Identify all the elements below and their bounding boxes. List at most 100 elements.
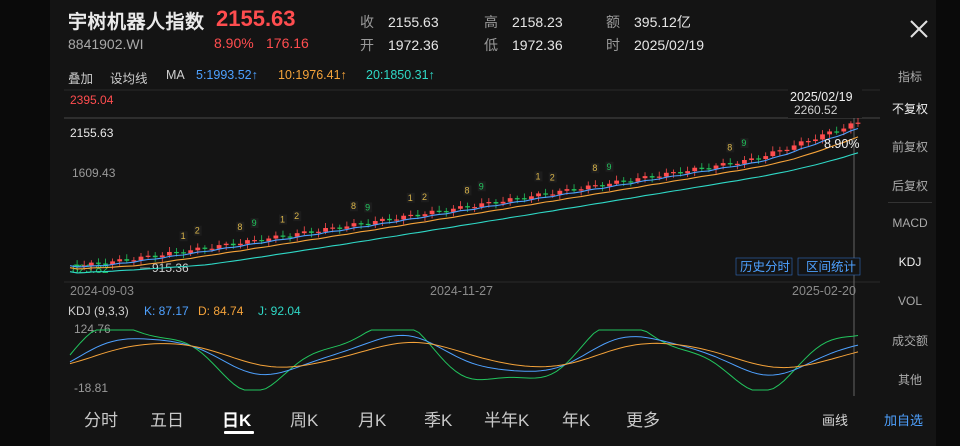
candle-body [88, 262, 94, 266]
candle-body [557, 190, 563, 195]
draw-line-button[interactable]: 画线 [822, 410, 848, 429]
candle-body [834, 131, 840, 133]
side-other[interactable]: 其他 [884, 371, 936, 388]
candle-body [699, 167, 705, 169]
ma5-line [69, 127, 859, 268]
candle-body [614, 180, 620, 184]
candle-body [671, 172, 676, 174]
kdj-k-value: K: 87.17 [144, 304, 189, 318]
history-timeshare-label: 历史分时 [740, 260, 791, 274]
signal-badge-label: 2 [422, 192, 427, 202]
candle-body [493, 202, 499, 204]
kdj-d-line [69, 341, 859, 369]
candle-body [500, 201, 506, 204]
candle-body [152, 255, 158, 258]
side-no-adjust[interactable]: 不复权 [884, 100, 936, 117]
stock-detail-panel: 宇树机器人指数 2155.63 8841902.WI 8.90% 176.16 … [50, 0, 936, 446]
cursor-pct: 8.90% [824, 137, 859, 151]
candle-body [713, 165, 719, 169]
candle-body [564, 189, 570, 191]
side-indicator-title: 指标 [897, 70, 922, 84]
tab-intraday[interactable]: 分时 [84, 406, 118, 431]
tab-monthly-k[interactable]: 月K [358, 406, 386, 431]
signal-markers: 12 8 9 1 28 91 28 91 28 98 9 [179, 138, 749, 242]
tab-halfyear-k[interactable]: 半年K [484, 406, 529, 431]
candle-body [706, 168, 712, 170]
ma10-line [69, 136, 859, 270]
tab-more[interactable]: 更多 [626, 406, 660, 431]
candle-body [742, 160, 747, 164]
candle-body [124, 259, 130, 261]
kdj-title: KDJ (9,3,3) [68, 304, 129, 318]
candle-body [848, 123, 854, 129]
candle-body [734, 163, 740, 165]
side-forward-adjust[interactable]: 前复权 [884, 138, 936, 155]
period-tabs: 分时 五日 日K 周K 月K 季K 半年K 年K 更多 画线 加自选 [50, 400, 936, 434]
candle-body [103, 263, 108, 265]
candle-body [585, 185, 591, 190]
candle-body [259, 240, 265, 242]
tab-daily-k[interactable]: 日K [222, 406, 251, 431]
candle-body [337, 227, 343, 229]
signal-badge-label: 9 [607, 162, 612, 172]
label-mid: 1609.43 [72, 166, 116, 180]
candle-body [720, 163, 726, 166]
signal-badge-label: 1 [181, 231, 186, 241]
candle-body [649, 176, 655, 178]
candle-body [117, 259, 123, 262]
side-vol[interactable]: VOL [884, 294, 936, 308]
tab-five-day[interactable]: 五日 [150, 406, 184, 431]
candle-body [237, 243, 243, 246]
candle-body [770, 151, 776, 157]
candle-body [642, 176, 648, 179]
signal-badge-label: 8 [351, 201, 356, 211]
candle-body [756, 158, 762, 160]
candle-body [536, 193, 541, 197]
close-icon[interactable] [908, 18, 930, 40]
candle-body [351, 223, 357, 227]
add-watchlist-button[interactable]: 加自选 [884, 410, 923, 429]
candle-body [429, 210, 435, 215]
tab-quarterly-k[interactable]: 季K [424, 406, 452, 431]
signal-badge-label: 9 [741, 138, 746, 148]
candle-body [791, 145, 797, 150]
signal-badge-label: 9 [252, 218, 257, 228]
tab-yearly-k[interactable]: 年K [562, 406, 590, 431]
candle-body [813, 139, 818, 142]
candle-body [685, 171, 691, 174]
candle-body [316, 231, 321, 233]
candle-body [635, 178, 641, 182]
candle-body [600, 185, 605, 187]
candle-body [855, 122, 861, 124]
label-max: 2395.04 [70, 93, 114, 107]
candle-body [252, 240, 257, 242]
side-kdj[interactable]: KDJ [884, 255, 936, 269]
candle-body [308, 231, 314, 233]
range-stats-label: 区间统计 [806, 260, 856, 274]
candle-body [798, 141, 804, 146]
candle-body [202, 247, 208, 249]
signal-badge-label: 1 [408, 193, 413, 203]
candle-body [841, 128, 847, 132]
signal-badge-label: 9 [479, 181, 484, 191]
tab-weekly-k[interactable]: 周K [290, 406, 318, 431]
candle-body [749, 158, 754, 161]
candle-body [628, 181, 634, 183]
candle-body [216, 245, 222, 249]
candle-body [330, 227, 336, 229]
signal-badge-label: 2 [550, 172, 555, 182]
candle-body [209, 248, 215, 250]
side-backward-adjust[interactable]: 后复权 [884, 177, 936, 194]
candle-body [521, 198, 527, 200]
candle-body [805, 141, 811, 143]
candle-body [472, 207, 478, 209]
kline-chart[interactable]: 2395.04 2155.63 1609.43 823.82 915.36 12… [50, 0, 886, 400]
candle-body [344, 226, 350, 229]
candle-body [401, 215, 407, 220]
candle-body [415, 214, 421, 217]
side-turnover[interactable]: 成交额 [884, 332, 936, 349]
cursor-price: 2260.52 [794, 103, 838, 117]
side-macd[interactable]: MACD [884, 216, 936, 230]
signal-badge-label: 2 [294, 211, 299, 221]
signal-badge-label: 8 [727, 142, 732, 152]
